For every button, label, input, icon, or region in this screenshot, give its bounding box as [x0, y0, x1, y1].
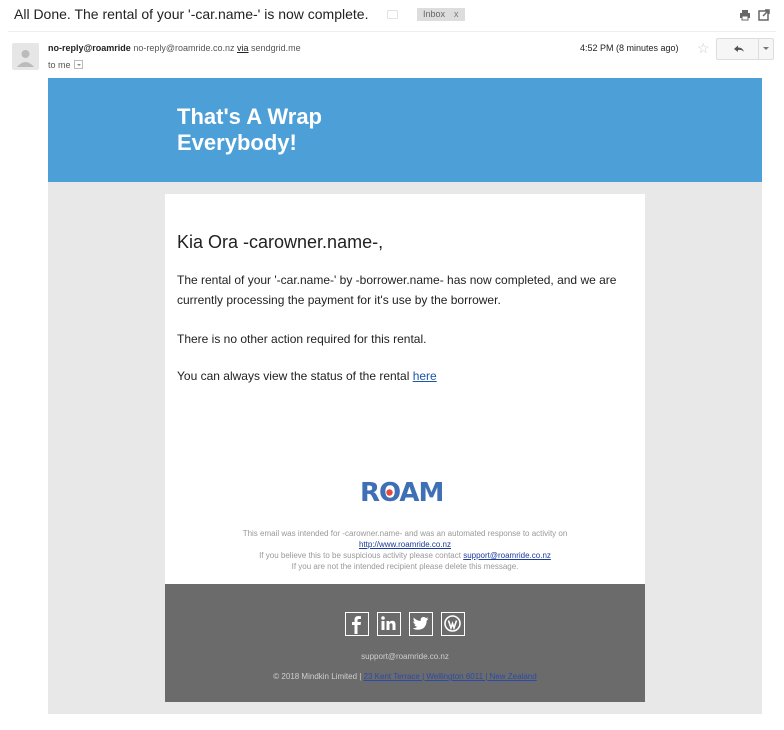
- sender-avatar: [12, 43, 39, 70]
- email-subject: All Done. The rental of your '-car.name-…: [14, 6, 369, 22]
- new-window-icon[interactable]: [758, 8, 770, 26]
- via-domain: sendgrid.me: [251, 43, 301, 53]
- address-link[interactable]: 23 Kent Terrace | Wellington 6011 | New …: [364, 672, 537, 681]
- disclaimer-text: This email was intended for -carowner.na…: [165, 528, 645, 572]
- twitter-icon[interactable]: [409, 612, 433, 636]
- copyright-line: © 2018 Mindkin Limited | 23 Kent Terrace…: [165, 672, 645, 681]
- view-status-prefix: You can always view the status of the re…: [177, 369, 413, 383]
- show-details-button[interactable]: [73, 60, 83, 69]
- sender-email: no-reply@roamride.co.nz: [133, 43, 235, 53]
- important-marker-icon[interactable]: [387, 10, 398, 19]
- support-email-link[interactable]: support@roamride.co.nz: [463, 551, 551, 560]
- reply-icon: [734, 45, 744, 52]
- inbox-label[interactable]: Inbox x: [417, 8, 465, 21]
- recipient-text: to me: [48, 60, 71, 70]
- inbox-label-text: Inbox: [423, 9, 446, 19]
- message-timestamp: 4:52 PM (8 minutes ago): [580, 43, 679, 53]
- remove-label-button[interactable]: x: [454, 9, 459, 19]
- banner-title-line2: Everybody!: [177, 130, 297, 155]
- linkedin-icon[interactable]: [377, 612, 401, 636]
- more-actions-button[interactable]: [759, 39, 774, 59]
- website-link[interactable]: http://www.roamride.co.nz: [359, 540, 451, 549]
- banner-title-line1: That's A Wrap: [177, 104, 322, 129]
- roam-logo: ROAM: [360, 476, 452, 508]
- rental-completed-text: The rental of your '-car.name-' by -borr…: [177, 273, 617, 307]
- footer-support-email: support@roamride.co.nz: [361, 652, 449, 661]
- banner-title: That's A Wrap Everybody!: [177, 104, 397, 156]
- no-action-text: There is no other action required for th…: [177, 332, 427, 346]
- facebook-icon[interactable]: [345, 612, 369, 636]
- print-icon[interactable]: [739, 8, 751, 26]
- subject-row: All Done. The rental of your '-car.name-…: [0, 0, 784, 30]
- email-banner: That's A Wrap Everybody!: [48, 78, 762, 182]
- copyright-text: © 2018 Mindkin Limited |: [273, 672, 364, 681]
- disclaimer-line3-prefix: If you believe this to be suspicious act…: [259, 551, 464, 560]
- sender-name[interactable]: no-reply@roamride: [48, 43, 131, 53]
- email-body: That's A Wrap Everybody! Kia Ora -carown…: [48, 78, 762, 714]
- greeting: Kia Ora -carowner.name-,: [177, 232, 384, 252]
- roam-logo-text: ROAM: [360, 478, 443, 506]
- disclaimer-line4: If you are not the intended recipient pl…: [291, 562, 519, 571]
- via-link[interactable]: via: [237, 43, 249, 53]
- wordpress-icon[interactable]: [441, 612, 465, 636]
- reply-button[interactable]: [717, 39, 759, 59]
- email-card: Kia Ora -carowner.name-, The rental of y…: [165, 194, 645, 584]
- recipient-line: to me: [48, 60, 83, 70]
- reply-button-group: [716, 38, 774, 60]
- email-footer: support@roamride.co.nz © 2018 Mindkin Li…: [165, 584, 645, 702]
- view-status-text: You can always view the status of the re…: [177, 366, 637, 386]
- rental-status-link[interactable]: here: [413, 369, 437, 383]
- star-icon[interactable]: ☆: [697, 41, 710, 55]
- sender-line: no-reply@roamride no-reply@roamride.co.n…: [48, 43, 301, 53]
- header-divider: [8, 31, 776, 32]
- disclaimer-line1: This email was intended for -carowner.na…: [242, 529, 568, 538]
